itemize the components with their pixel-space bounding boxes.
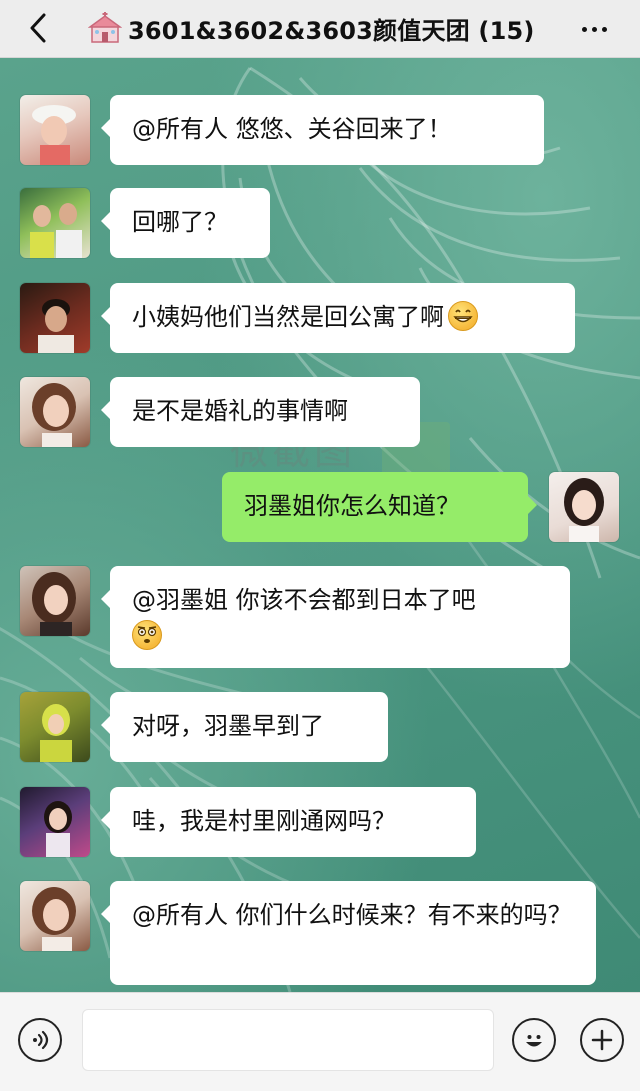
- avatar-image: [32, 105, 76, 165]
- chevron-left-icon: [30, 13, 46, 43]
- avatar-image: [32, 383, 76, 447]
- chat-title: 3601&3602&3603颜值天团 (15): [128, 16, 535, 45]
- message-bubble[interactable]: 对呀，羽墨早到了: [101, 692, 388, 762]
- message-text: @所有人 悠悠、关谷回来了！: [132, 115, 452, 143]
- message-bubble[interactable]: 羽墨姐你怎么知道？: [222, 472, 537, 542]
- message-text: 哇，我是村里刚通网吗？: [132, 807, 396, 835]
- message-bubble[interactable]: 回哪了？: [101, 188, 270, 258]
- avatar[interactable]: [20, 787, 90, 857]
- avatar[interactable]: [20, 692, 90, 762]
- bubble-tail: [101, 119, 110, 137]
- bubble-tail: [101, 590, 110, 608]
- bubble-tail: [101, 401, 110, 419]
- plus-icon: [591, 1029, 613, 1051]
- avatar-image: [32, 572, 76, 636]
- avatar[interactable]: [20, 566, 90, 636]
- bubble-tail: [101, 905, 110, 923]
- back-button[interactable]: [22, 8, 54, 48]
- avatar-image: [564, 478, 604, 542]
- chat-title-area[interactable]: 3601&3602&3603颜值天团 (15): [88, 8, 535, 48]
- bubble-tail: [101, 307, 110, 325]
- avatar-image: [44, 801, 72, 857]
- message-bubble[interactable]: 哇，我是村里刚通网吗？: [101, 787, 476, 857]
- plus-button[interactable]: [580, 1018, 624, 1062]
- emoji-button[interactable]: [512, 1018, 556, 1062]
- bubble-tail: [101, 811, 110, 829]
- bubble-tail: [528, 496, 537, 514]
- bubble-tail: [101, 716, 110, 734]
- message-bubble[interactable]: 小姨妈他们当然是回公寓了啊: [101, 283, 575, 353]
- grinning-emoji: [448, 301, 478, 331]
- avatar[interactable]: [20, 283, 90, 353]
- message-text: 是不是婚礼的事情啊: [132, 397, 348, 425]
- input-bar: [0, 992, 640, 1091]
- voice-button[interactable]: [18, 1018, 62, 1062]
- message-bubble[interactable]: @所有人 你们什么时候来？有不来的吗？: [101, 881, 596, 985]
- message-bubble[interactable]: @羽墨姐 你该不会都到日本了吧: [101, 566, 570, 668]
- smiley-icon: [526, 1035, 542, 1047]
- avatar-image: [38, 299, 74, 353]
- avatar[interactable]: [20, 377, 90, 447]
- avatar-image: [40, 704, 72, 762]
- message-text: 对呀，羽墨早到了: [132, 712, 324, 740]
- message-text: 羽墨姐你怎么知道？: [244, 492, 460, 520]
- voice-icon: [33, 1030, 49, 1050]
- message-text: @羽墨姐 你该不会都到日本了吧: [132, 586, 476, 614]
- more-dot: [601, 26, 607, 32]
- church-icon: [88, 12, 122, 43]
- message-text: 小姨妈他们当然是回公寓了啊: [132, 303, 444, 331]
- avatar[interactable]: [20, 95, 90, 165]
- avatar-image: [32, 887, 76, 951]
- bubble-tail: [101, 212, 110, 230]
- chat-area[interactable]: 微截图 www.weijietu.com @所有人 悠悠、关谷回来了！: [0, 58, 640, 992]
- more-dot: [591, 26, 597, 32]
- more-button[interactable]: [568, 12, 620, 46]
- message-text: @所有人 你们什么时候来？有不来的吗？: [132, 901, 572, 929]
- message-bubble[interactable]: @所有人 悠悠、关谷回来了！: [101, 95, 544, 165]
- avatar-image: [30, 203, 82, 258]
- message-input[interactable]: [82, 1009, 494, 1071]
- shocked-emoji: [132, 620, 162, 650]
- my-avatar[interactable]: [549, 472, 619, 542]
- avatar[interactable]: [20, 188, 90, 258]
- message-text: 回哪了？: [132, 208, 228, 236]
- avatar[interactable]: [20, 881, 90, 951]
- more-dots-icon: [581, 26, 587, 32]
- chat-header: 3601&3602&3603颜值天团 (15): [0, 0, 640, 58]
- message-bubble[interactable]: 是不是婚礼的事情啊: [101, 377, 420, 447]
